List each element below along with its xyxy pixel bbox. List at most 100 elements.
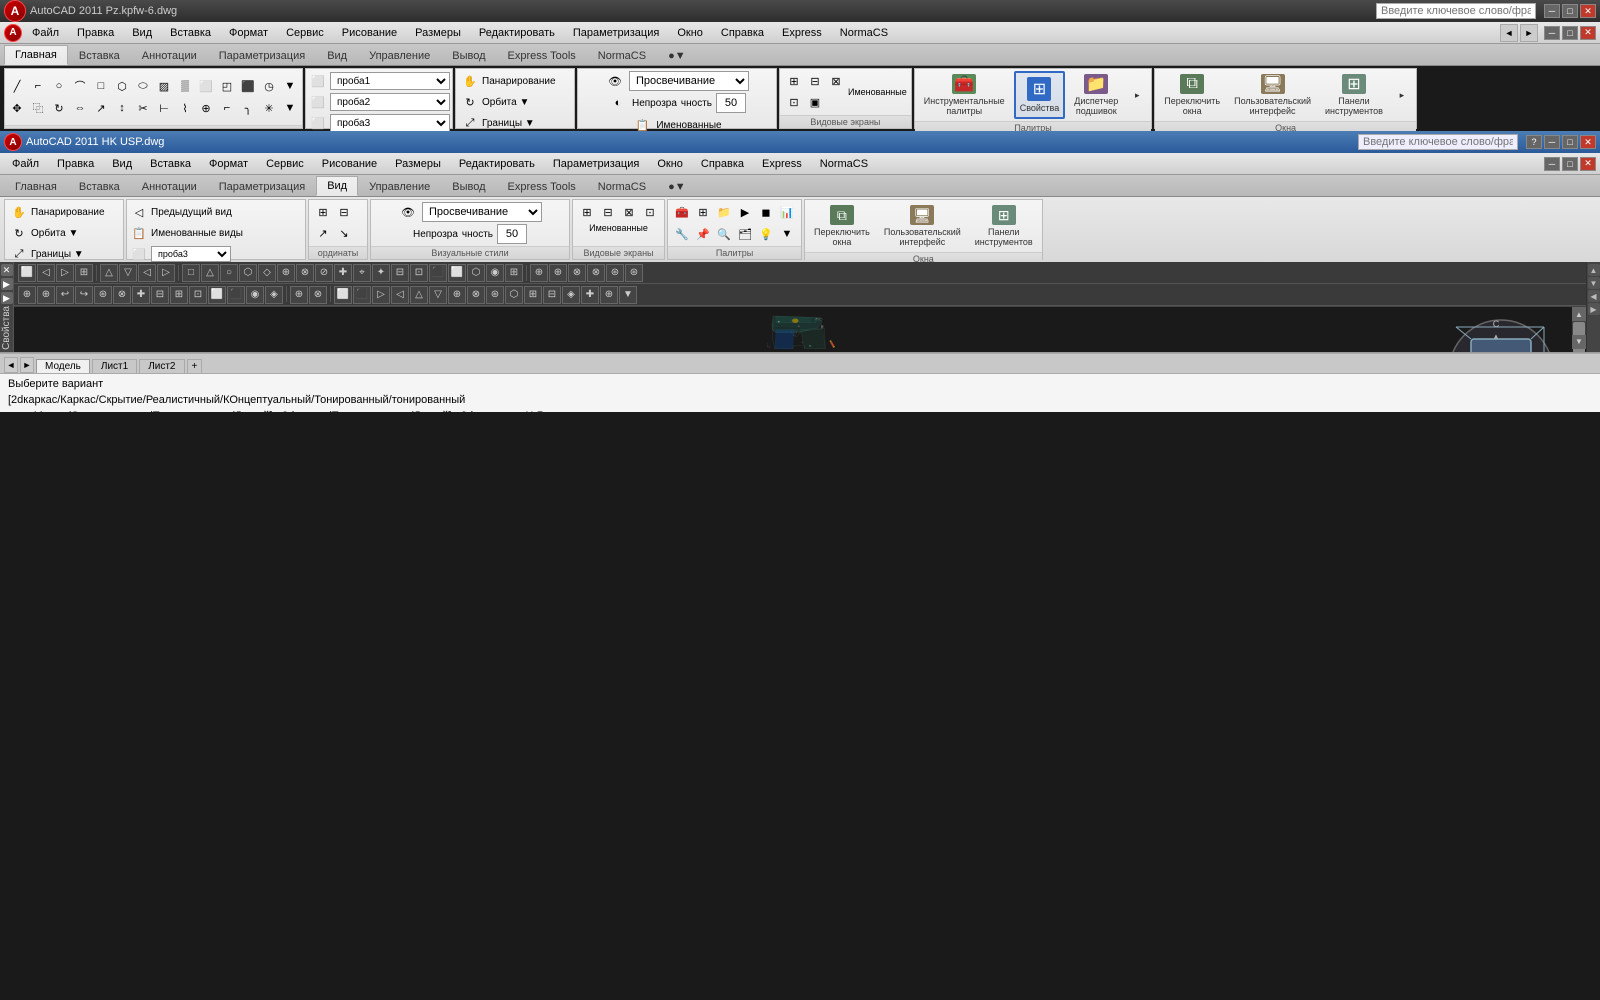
vp-btn2[interactable]: ⊟	[805, 72, 825, 92]
row2-btn23[interactable]: ⊕	[448, 286, 466, 304]
rect-btn[interactable]: □	[91, 76, 111, 96]
menu-service-outer[interactable]: Сервис	[278, 25, 332, 41]
more-windows-btn[interactable]: ▸	[1392, 71, 1412, 119]
tab-output-inner[interactable]: Вывод	[441, 177, 496, 196]
row2-btn19[interactable]: ▷	[372, 286, 390, 304]
inner-pal5[interactable]: ◼	[756, 202, 776, 222]
outer-menu-min[interactable]: ─	[1544, 26, 1560, 40]
ctb-btn4[interactable]: ⊞	[75, 264, 93, 282]
inner-menu-min[interactable]: ─	[1544, 157, 1560, 171]
ctb-btn1[interactable]: ⬜	[18, 264, 36, 282]
row2-btn29[interactable]: ◈	[562, 286, 580, 304]
menu-insert-inner[interactable]: Вставка	[142, 156, 199, 172]
inner-coord1[interactable]: ⊞	[313, 203, 333, 223]
menu-modify-outer[interactable]: Редактировать	[471, 25, 563, 41]
ctb-small12[interactable]: ⊟	[391, 264, 409, 282]
ellipse-btn[interactable]: ⬭	[133, 76, 153, 96]
properties-side-label[interactable]: Свойства	[1, 306, 12, 350]
row2-btn6[interactable]: ⊗	[113, 286, 131, 304]
chamfer-btn[interactable]: ⌐	[217, 98, 237, 118]
ctb-small15[interactable]: ⬜	[448, 264, 466, 282]
inner-orbit-icon[interactable]: ↻	[9, 223, 29, 243]
region-btn[interactable]: ◰	[217, 76, 237, 96]
row2-btn18[interactable]: ⬛	[353, 286, 371, 304]
row2-btn30[interactable]: ✚	[581, 286, 599, 304]
line-btn[interactable]: ╱	[7, 76, 27, 96]
move-btn[interactable]: ✥	[7, 98, 27, 118]
inner-pal12[interactable]: ▼	[777, 224, 797, 244]
inner-help-btn[interactable]: ?	[1526, 135, 1542, 149]
inner-menu-max[interactable]: □	[1562, 157, 1578, 171]
boundary-btn[interactable]: ⬜	[196, 76, 216, 96]
drawing-viewport[interactable]: HK	[14, 307, 1586, 349]
inner-pal6[interactable]: 📊	[777, 202, 797, 222]
viewcube[interactable]: С В З Ю ▲ ▶ ◀ ▼ Ве	[1446, 317, 1556, 352]
tab-params-inner[interactable]: Параметризация	[208, 177, 316, 196]
tab-insert-inner[interactable]: Вставка	[68, 177, 131, 196]
tab-sheet2[interactable]: Лист2	[139, 359, 184, 373]
row2-btn26[interactable]: ⬡	[505, 286, 523, 304]
inner-pal3[interactable]: 📁	[714, 202, 734, 222]
inner-minimize-btn[interactable]: ─	[1544, 135, 1560, 149]
row2-btn4[interactable]: ↪	[75, 286, 93, 304]
named-icon[interactable]: 📋	[632, 115, 652, 131]
menu-file-outer[interactable]: Файл	[24, 25, 67, 41]
stretch-btn[interactable]: ↕	[112, 98, 132, 118]
menu-file-inner[interactable]: Файл	[4, 156, 47, 172]
menu-edit-outer[interactable]: Правка	[69, 25, 122, 41]
inner-named-view-icon[interactable]: 📋	[129, 223, 149, 243]
row2-btn27[interactable]: ⊞	[524, 286, 542, 304]
ctb-btn6[interactable]: ▽	[119, 264, 137, 282]
inner-vp2[interactable]: ⊟	[598, 202, 618, 222]
view-front-btn[interactable]: ⬜	[308, 92, 328, 112]
outer-close-btn[interactable]: ✕	[1580, 4, 1596, 18]
layout-nav-left[interactable]: ◄	[4, 357, 18, 373]
trim-btn[interactable]: ✂	[133, 98, 153, 118]
scroll-down-btn[interactable]: ▼	[1572, 335, 1586, 349]
row2-btn32[interactable]: ▼	[619, 286, 637, 304]
scroll-up-btn[interactable]: ▲	[1572, 307, 1586, 321]
vp-btn3[interactable]: ⊠	[826, 72, 846, 92]
inner-vp3[interactable]: ⊠	[619, 202, 639, 222]
revision-btn[interactable]: ◷	[259, 76, 279, 96]
ctb-small7[interactable]: ⊗	[296, 264, 314, 282]
menu-dimensions-inner[interactable]: Размеры	[387, 156, 449, 172]
vertical-scrollbar[interactable]: ▲ ▼	[1572, 307, 1586, 349]
switch-windows-btn[interactable]: ⧉ Переключитьокна	[1159, 71, 1225, 119]
tab-params-outer[interactable]: Параметризация	[208, 46, 316, 65]
row2-btn16[interactable]: ⊗	[309, 286, 327, 304]
scale-btn[interactable]: ↗	[91, 98, 111, 118]
row2-btn12[interactable]: ⬛	[227, 286, 245, 304]
tab-manage-outer[interactable]: Управление	[358, 46, 441, 65]
rp-btn2[interactable]: ▼	[1588, 277, 1600, 289]
polygon-btn[interactable]: ⬡	[112, 76, 132, 96]
inner-pal11[interactable]: 💡	[756, 224, 776, 244]
ctb-small13[interactable]: ⊡	[410, 264, 428, 282]
row2-btn21[interactable]: △	[410, 286, 428, 304]
ctb-small1[interactable]: □	[182, 264, 200, 282]
outer-minimize-btn[interactable]: ─	[1544, 4, 1560, 18]
vp-btn5[interactable]: ▣	[805, 93, 825, 113]
ctb-small10[interactable]: ⌖	[353, 264, 371, 282]
row2-btn2[interactable]: ⊕	[37, 286, 55, 304]
ctb-small11[interactable]: ✦	[372, 264, 390, 282]
ctb-small3[interactable]: ○	[220, 264, 238, 282]
inner-opacity-input[interactable]	[497, 224, 527, 244]
ctb-small2[interactable]: △	[201, 264, 219, 282]
fillet-btn[interactable]: ╮	[238, 98, 258, 118]
inner-switch-btn[interactable]: ⧉ Переключитьокна	[809, 202, 875, 250]
more-draw-btn[interactable]: ▼	[280, 76, 300, 96]
menu-insert-outer[interactable]: Вставка	[162, 25, 219, 41]
view-dropdown[interactable]: проба1	[330, 72, 450, 90]
row2-btn8[interactable]: ⊟	[151, 286, 169, 304]
ctb-small18[interactable]: ⊞	[505, 264, 523, 282]
ctb-chain1[interactable]: ⊕	[530, 264, 548, 282]
ctb-small14[interactable]: ⬛	[429, 264, 447, 282]
inner-view3-icon[interactable]: ⬜	[129, 244, 149, 262]
inner-pal2[interactable]: ⊞	[693, 202, 713, 222]
opacity-icon[interactable]: ◐	[608, 93, 628, 113]
row2-btn31[interactable]: ⊕	[600, 286, 618, 304]
outer-nav-back[interactable]: ◄	[1500, 24, 1518, 42]
vp-btn4[interactable]: ⊡	[784, 93, 804, 113]
inner-pal10[interactable]: 🗂	[735, 224, 755, 244]
